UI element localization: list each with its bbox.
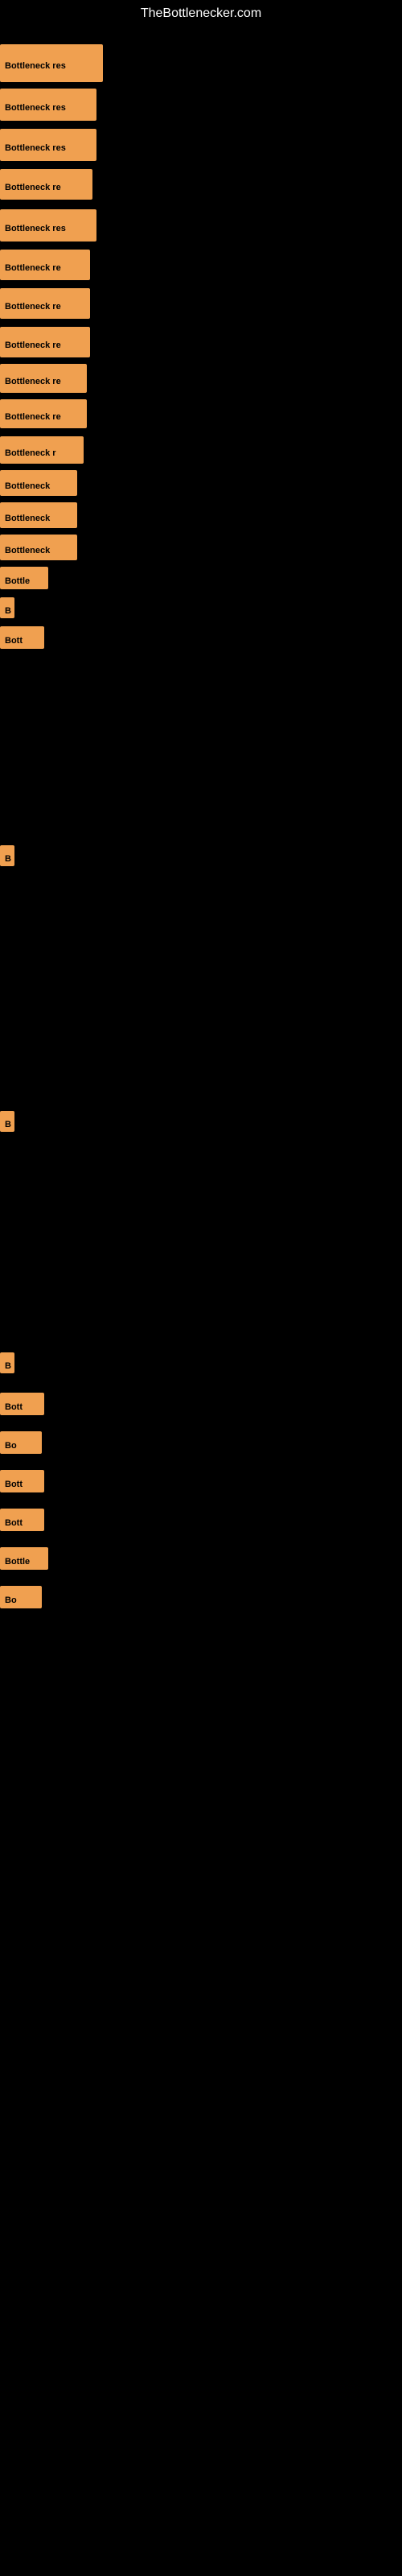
bottleneck-badge-b17: Bott	[0, 626, 44, 649]
site-title: TheBottlenecker.com	[0, 0, 402, 27]
bottleneck-badge-b3: Bottleneck res	[0, 129, 96, 161]
bottleneck-badge-b9: Bottleneck re	[0, 364, 87, 393]
bottleneck-badge-b19: B	[0, 1111, 14, 1132]
bottleneck-badge-b23: Bott	[0, 1470, 44, 1492]
bottleneck-badge-b16: B	[0, 597, 14, 618]
bottleneck-badge-b20: B	[0, 1352, 14, 1373]
bottleneck-badge-b14: Bottleneck	[0, 535, 77, 560]
bottleneck-badge-b7: Bottleneck re	[0, 288, 90, 319]
bottleneck-badge-b6: Bottleneck re	[0, 250, 90, 280]
bottleneck-badge-b25: Bottle	[0, 1547, 48, 1570]
bottleneck-badge-b11: Bottleneck r	[0, 436, 84, 464]
bottleneck-badge-b10: Bottleneck re	[0, 399, 87, 428]
bottleneck-badge-b22: Bo	[0, 1431, 42, 1454]
bottleneck-badge-b12: Bottleneck	[0, 470, 77, 496]
bottleneck-badge-b8: Bottleneck re	[0, 327, 90, 357]
bottleneck-badge-b1: Bottleneck res	[0, 44, 103, 82]
bottleneck-badge-b24: Bott	[0, 1509, 44, 1531]
bottleneck-badge-b2: Bottleneck res	[0, 89, 96, 121]
bottleneck-badge-b15: Bottle	[0, 567, 48, 589]
bottleneck-badge-b21: Bott	[0, 1393, 44, 1415]
bottleneck-badge-b4: Bottleneck re	[0, 169, 92, 200]
bottleneck-badge-b26: Bo	[0, 1586, 42, 1608]
bottleneck-badge-b18: B	[0, 845, 14, 866]
bottleneck-badge-b13: Bottleneck	[0, 502, 77, 528]
bottleneck-badge-b5: Bottleneck res	[0, 209, 96, 242]
